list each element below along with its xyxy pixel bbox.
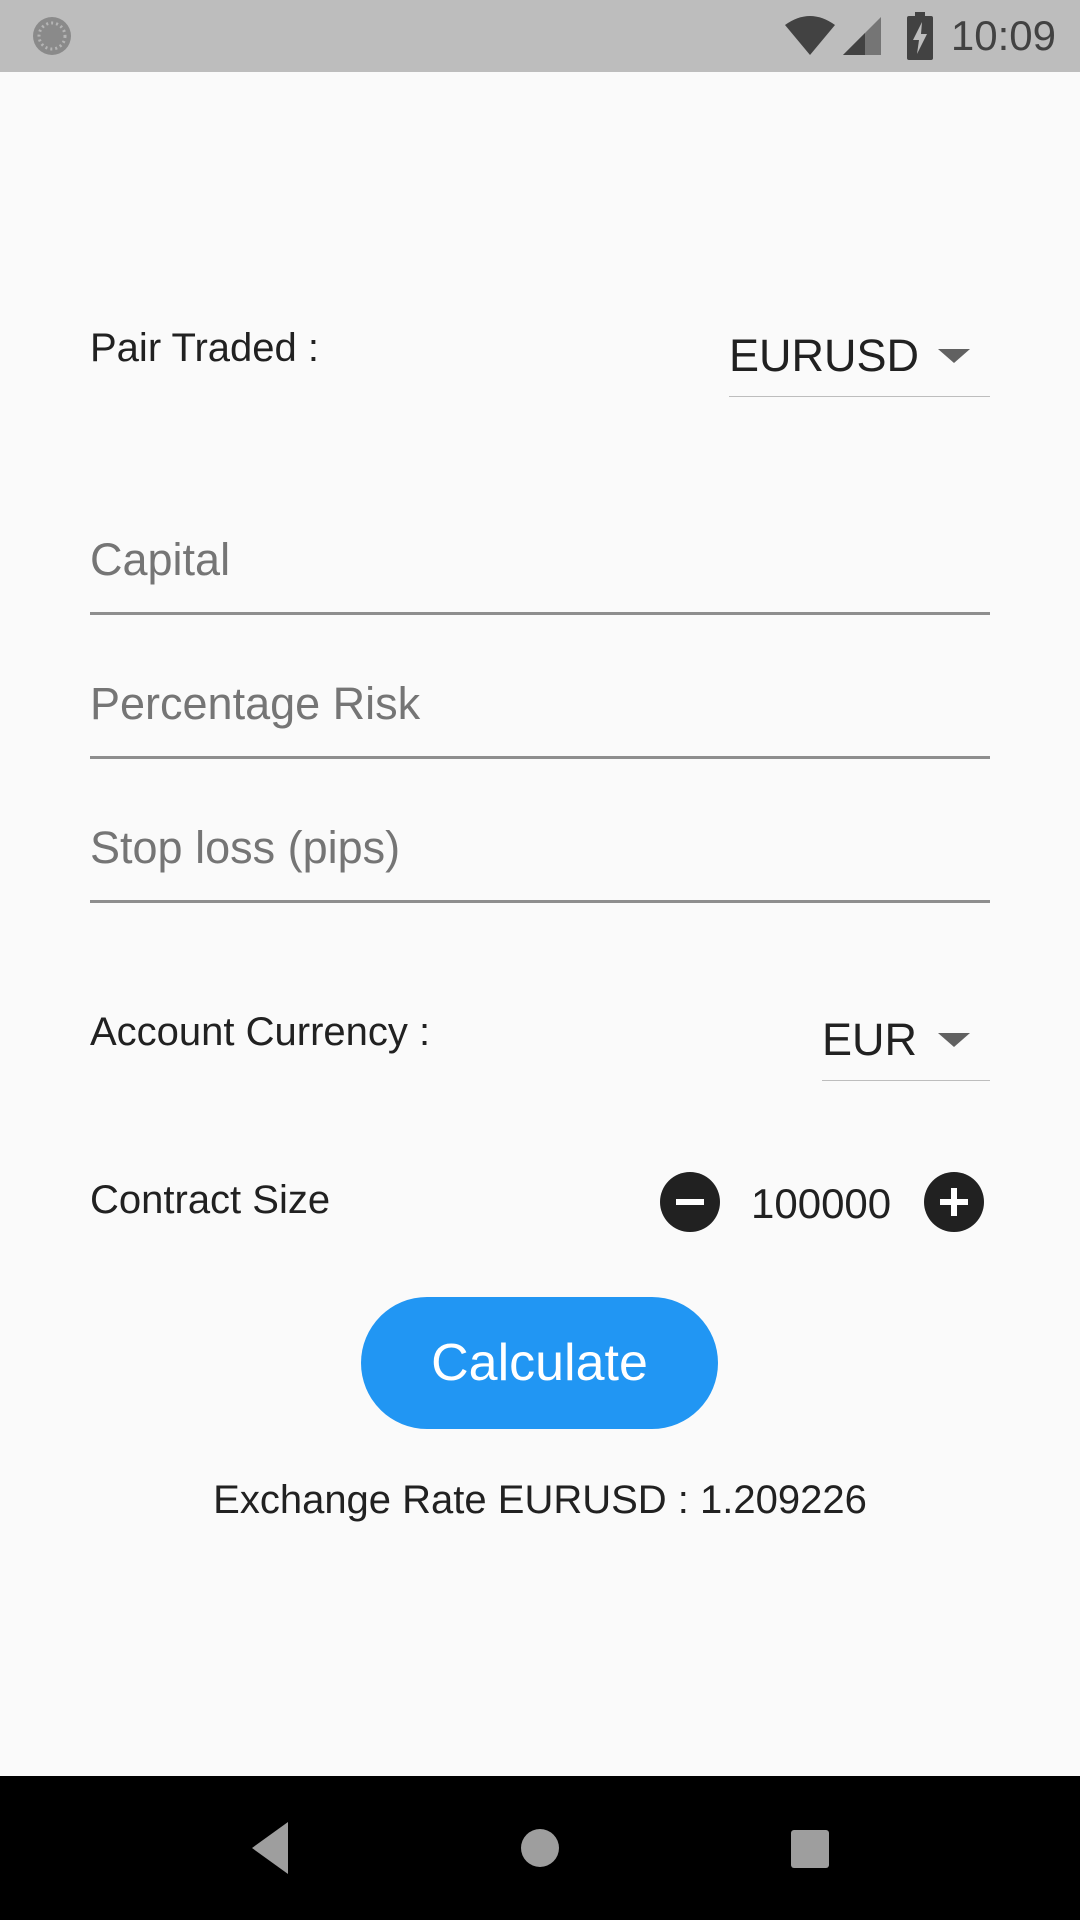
dropdown-arrow-icon [938, 1033, 970, 1047]
increment-button[interactable] [924, 1172, 984, 1232]
navigation-bar [0, 1776, 1080, 1920]
home-icon[interactable] [520, 1828, 560, 1868]
capital-field[interactable] [90, 495, 990, 615]
pair-traded-label: Pair Traded : [90, 326, 320, 370]
account-currency-dropdown[interactable]: EUR [822, 1000, 990, 1081]
capital-input[interactable] [90, 534, 990, 586]
back-icon[interactable] [250, 1820, 290, 1876]
decrement-button[interactable] [660, 1172, 720, 1232]
loading-icon [33, 17, 71, 55]
plus-icon [940, 1188, 968, 1216]
stop-loss-field[interactable] [90, 783, 990, 903]
pair-traded-value: EURUSD [729, 330, 920, 381]
dropdown-arrow-icon [938, 349, 970, 363]
account-currency-label: Account Currency : [90, 1010, 431, 1054]
percentage-risk-input[interactable] [90, 678, 990, 730]
contract-size-value: 100000 [751, 1180, 892, 1227]
status-icons: 10:09 [783, 0, 1056, 72]
contract-size-label: Contract Size [90, 1178, 331, 1222]
pair-traded-dropdown[interactable]: EURUSD [729, 316, 990, 397]
percentage-risk-field[interactable] [90, 639, 990, 759]
recents-icon[interactable] [791, 1830, 829, 1868]
status-bar: 10:09 [0, 0, 1080, 72]
battery-charging-icon [906, 12, 933, 60]
calculate-button[interactable]: Calculate [361, 1297, 718, 1429]
minus-icon [676, 1199, 704, 1205]
cell-signal-icon [842, 17, 881, 55]
account-currency-value: EUR [822, 1014, 918, 1065]
stop-loss-input[interactable] [90, 822, 990, 874]
wifi-icon [784, 16, 835, 55]
status-time: 10:09 [950, 12, 1056, 59]
exchange-rate-text: Exchange Rate EURUSD : 1.209226 [213, 1478, 867, 1522]
